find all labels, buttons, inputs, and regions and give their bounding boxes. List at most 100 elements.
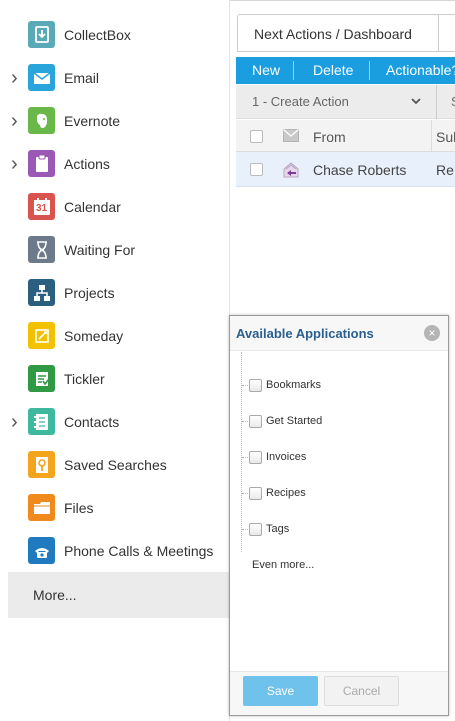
projects-icon [28,279,55,306]
sidebar-item-label: Files [64,499,94,516]
application-checkbox[interactable] [249,523,262,536]
sidebar-item-actions[interactable]: › Actions [0,142,230,185]
app-root: CollectBox › Email › Evernote › Actions 31 Calen… [0,0,455,721]
chevron-down-icon[interactable] [410,93,422,109]
contacts-icon [28,408,55,435]
tree-item-invoices[interactable]: Invoices [230,448,448,468]
sidebar-item-label: Actions [64,155,110,172]
application-label: Recipes [266,487,306,499]
application-checkbox[interactable] [249,451,262,464]
cancel-button: Cancel [324,676,399,706]
tree-item-tags[interactable]: Tags [230,520,448,540]
sidebar-more-button[interactable]: More... [8,572,230,618]
files-icon [28,494,55,521]
sidebar-item-contacts[interactable]: › Contacts [0,400,230,443]
sidebar-item-email[interactable]: › Email [0,56,230,99]
sidebar-item-waiting-for[interactable]: Waiting For [0,228,230,271]
tickler-icon [28,365,55,392]
popup-footer: Save Cancel [230,671,448,715]
sidebar-item-label: Evernote [64,112,121,129]
evernote-icon [28,107,55,134]
expand-chevron-icon[interactable]: › [11,412,21,432]
application-checkbox[interactable] [249,379,262,392]
action-bar: 1 - Create Action S [236,85,455,119]
email-icon [28,64,55,91]
select-all-checkbox[interactable] [250,130,263,143]
application-checkbox[interactable] [249,487,262,500]
tree-item-even-more[interactable]: Even more... [230,556,448,576]
sidebar-item-label: Projects [64,284,115,301]
sidebar-item-evernote[interactable]: › Evernote [0,99,230,142]
application-checkbox[interactable] [249,415,262,428]
phone-icon [28,537,55,564]
row-checkbox[interactable] [250,163,263,176]
even-more-link[interactable]: Even more... [252,559,314,571]
tree-connector [242,493,248,494]
calendar-icon: 31 [28,193,55,220]
action-bar-secondary[interactable]: S [451,94,455,109]
column-separator [431,120,432,152]
sidebar-item-phone-calls-meetings[interactable]: Phone Calls & Meetings [0,529,230,572]
row-from: Chase Roberts [313,162,407,178]
sidebar-item-label: Waiting For [64,241,136,258]
tab-bar: Next Actions / Dashboard [237,14,455,52]
sidebar-item-collectbox[interactable]: CollectBox [0,13,230,56]
application-label: Tags [266,523,290,535]
toolbar-separator [293,61,294,80]
row-subject: Re: [436,162,455,178]
application-label: Get Started [266,415,323,427]
sidebar-item-label: Tickler [64,370,105,387]
applications-tree: Bookmarks Get Started Invoices Recipes Tags … [230,352,448,652]
popup-header: Available Applications × [230,316,448,351]
toolbar: New Delete Actionable? [236,57,455,84]
create-action-select[interactable]: 1 - Create Action [252,94,349,109]
new-button[interactable]: New [252,57,280,84]
column-subject[interactable]: Sub [436,129,455,145]
sidebar-item-tickler[interactable]: Tickler [0,357,230,400]
tree-connector [242,421,248,422]
collectbox-icon [28,21,55,48]
sidebar-item-label: CollectBox [64,26,131,43]
saved-searches-icon [28,451,55,478]
expand-chevron-icon[interactable]: › [11,111,21,131]
table-row[interactable]: Chase Roberts Re: [236,152,455,187]
sidebar-item-label: Calendar [64,198,121,215]
sidebar-item-someday[interactable]: Someday [0,314,230,357]
tree-item-get-started[interactable]: Get Started [230,412,448,432]
tab-divider [438,15,439,52]
table-header: From Sub [236,120,455,152]
sidebar-item-label: Saved Searches [64,456,167,473]
delete-button[interactable]: Delete [313,57,353,84]
popup-title: Available Applications [236,326,374,341]
sidebar-more-label: More... [33,587,77,603]
sidebar-item-files[interactable]: Files [0,486,230,529]
tree-item-bookmarks[interactable]: Bookmarks [230,376,448,396]
mail-icon [283,129,299,142]
expand-chevron-icon[interactable]: › [11,154,21,174]
sidebar-item-saved-searches[interactable]: Saved Searches [0,443,230,486]
sidebar-item-label: Phone Calls & Meetings [64,542,214,559]
close-icon[interactable]: × [424,325,440,341]
sidebar-item-label: Contacts [64,413,120,430]
reply-mail-icon [283,162,299,178]
actions-icon [28,150,55,177]
tree-connector [242,457,248,458]
sidebar-item-projects[interactable]: Projects [0,271,230,314]
tree-item-recipes[interactable]: Recipes [230,484,448,504]
hourglass-icon [28,236,55,263]
sidebar-item-label: Email [64,69,100,86]
expand-chevron-icon[interactable]: › [11,68,21,88]
tree-connector [242,385,248,386]
column-from[interactable]: From [313,129,346,145]
toolbar-separator [369,61,370,80]
actionable-button[interactable]: Actionable? [386,57,455,84]
action-bar-separator [436,85,437,119]
someday-icon [28,322,55,349]
tab-next-actions-dashboard[interactable]: Next Actions / Dashboard [254,26,412,42]
save-button[interactable]: Save [243,676,318,706]
sidebar-item-calendar[interactable]: 31 Calendar [0,185,230,228]
tree-connector [242,529,248,530]
application-label: Bookmarks [266,379,322,391]
application-label: Invoices [266,451,307,463]
available-applications-popup: Available Applications × Bookmarks Get St… [229,315,449,716]
